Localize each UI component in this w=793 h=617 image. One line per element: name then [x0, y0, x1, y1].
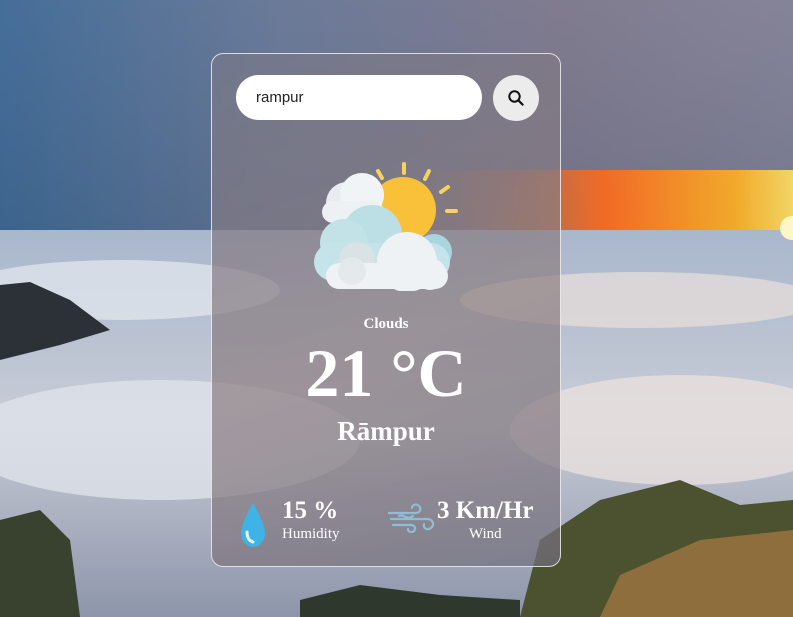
water-drop-icon — [241, 503, 265, 547]
wind-value: 3 Km/Hr — [437, 497, 534, 524]
weather-condition: Clouds — [363, 316, 409, 332]
wind-label: Wind — [468, 526, 502, 542]
search-input[interactable] — [236, 75, 482, 120]
search-icon — [508, 90, 524, 106]
search-bar — [236, 75, 539, 121]
partly-cloudy-icon — [314, 162, 458, 291]
humidity-value: 15 % — [282, 497, 339, 524]
weather-card: Clouds 21 °C Rāmpur 15 % Humidity 3 Km/H… — [211, 53, 561, 567]
temperature: 21 °C — [305, 335, 467, 411]
city-name: Rāmpur — [337, 416, 435, 446]
search-button[interactable] — [493, 75, 539, 121]
wind-icon — [387, 503, 435, 533]
humidity-label: Humidity — [282, 526, 340, 542]
